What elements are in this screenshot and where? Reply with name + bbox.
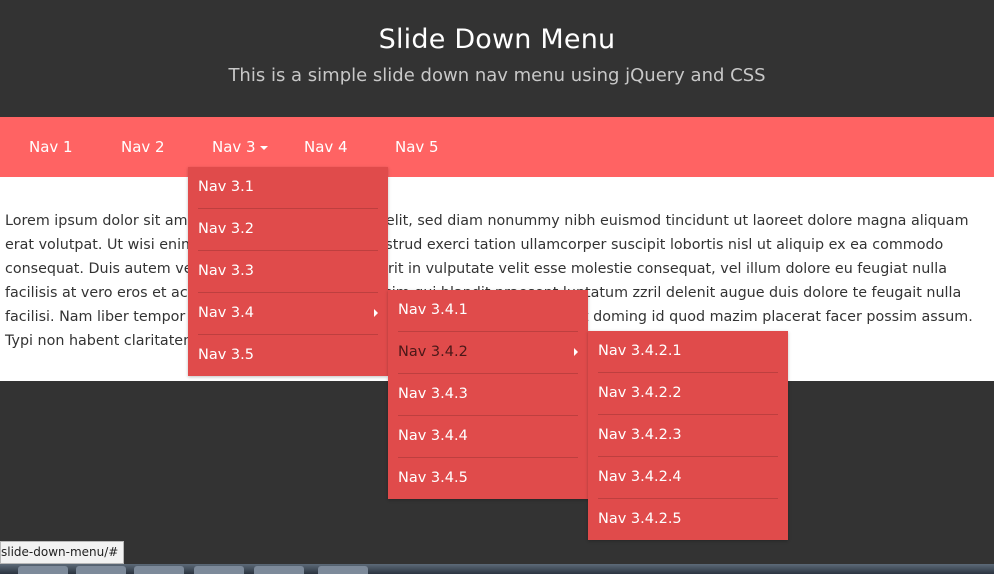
nav-item-label: Nav 3	[212, 138, 256, 156]
submenu-item-label: Nav 3.4.3	[398, 386, 468, 402]
submenu-item-nav-3-3[interactable]: Nav 3.3	[198, 251, 378, 293]
submenu-item-label: Nav 3.4.4	[398, 428, 468, 444]
nav-item-label: Nav 2	[121, 138, 165, 156]
main-nav-bar: Nav 1 Nav 2 Nav 3 Nav 4 Nav 5	[0, 117, 994, 177]
submenu-item-nav-3-4-2[interactable]: Nav 3.4.2	[398, 332, 578, 374]
os-taskbar	[0, 564, 994, 574]
submenu-item-nav-3-4-2-5[interactable]: Nav 3.4.2.5	[598, 499, 778, 540]
submenu-item-nav-3-5[interactable]: Nav 3.5	[198, 335, 378, 376]
nav-item-label: Nav 1	[29, 138, 73, 156]
caret-right-icon	[374, 309, 378, 317]
submenu-item-nav-3-4-4[interactable]: Nav 3.4.4	[398, 416, 578, 458]
taskbar-app-button[interactable]	[194, 566, 244, 574]
nav-item-label: Nav 5	[395, 138, 439, 156]
taskbar-app-button[interactable]	[134, 566, 184, 574]
submenu-nav-3-4: Nav 3.4.1 Nav 3.4.2 Nav 3.4.3 Nav 3.4.4 …	[388, 290, 588, 499]
submenu-item-nav-3-4-2-3[interactable]: Nav 3.4.2.3	[598, 415, 778, 457]
submenu-item-nav-3-4-2-1[interactable]: Nav 3.4.2.1	[598, 331, 778, 373]
taskbar-app-button[interactable]	[254, 566, 304, 574]
caret-right-icon	[574, 348, 578, 356]
submenu-item-nav-3-1[interactable]: Nav 3.1	[198, 167, 378, 209]
submenu-item-nav-3-4-2-2[interactable]: Nav 3.4.2.2	[598, 373, 778, 415]
nav-item-2[interactable]: Nav 2	[121, 117, 165, 177]
submenu-item-nav-3-4-5[interactable]: Nav 3.4.5	[398, 458, 578, 499]
status-bar-url-tooltip: slide-down-menu/#	[0, 541, 125, 564]
submenu-item-label: Nav 3.5	[198, 347, 254, 363]
submenu-item-nav-3-4-3[interactable]: Nav 3.4.3	[398, 374, 578, 416]
submenu-item-nav-3-4[interactable]: Nav 3.4	[198, 293, 378, 335]
submenu-item-label: Nav 3.3	[198, 263, 254, 279]
submenu-item-nav-3-4-2-4[interactable]: Nav 3.4.2.4	[598, 457, 778, 499]
submenu-item-label: Nav 3.4	[198, 305, 254, 321]
taskbar-app-button[interactable]	[318, 566, 368, 574]
submenu-item-label: Nav 3.4.2	[398, 344, 468, 360]
taskbar-app-button[interactable]	[76, 566, 126, 574]
submenu-item-nav-3-2[interactable]: Nav 3.2	[198, 209, 378, 251]
submenu-item-nav-3-4-1[interactable]: Nav 3.4.1	[398, 290, 578, 332]
submenu-item-label: Nav 3.4.2.2	[598, 385, 682, 401]
submenu-item-label: Nav 3.4.2.3	[598, 427, 682, 443]
nav-item-label: Nav 4	[304, 138, 348, 156]
submenu-nav-3-4-2: Nav 3.4.2.1 Nav 3.4.2.2 Nav 3.4.2.3 Nav …	[588, 331, 788, 540]
submenu-item-label: Nav 3.4.5	[398, 470, 468, 486]
submenu-nav-3: Nav 3.1 Nav 3.2 Nav 3.3 Nav 3.4 Nav 3.5	[188, 167, 388, 376]
page-title: Slide Down Menu	[378, 24, 616, 55]
nav-item-1[interactable]: Nav 1	[29, 117, 73, 177]
submenu-item-label: Nav 3.1	[198, 179, 254, 195]
page-subtitle: This is a simple slide down nav menu usi…	[228, 65, 766, 86]
submenu-item-label: Nav 3.4.2.1	[598, 343, 682, 359]
submenu-item-label: Nav 3.4.2.4	[598, 469, 682, 485]
nav-item-5[interactable]: Nav 5	[395, 117, 439, 177]
submenu-item-label: Nav 3.2	[198, 221, 254, 237]
page-header: Slide Down Menu This is a simple slide d…	[0, 0, 994, 117]
submenu-item-label: Nav 3.4.2.5	[598, 511, 682, 527]
submenu-item-label: Nav 3.4.1	[398, 302, 468, 318]
caret-down-icon	[259, 145, 268, 150]
taskbar-app-button[interactable]	[18, 566, 68, 574]
